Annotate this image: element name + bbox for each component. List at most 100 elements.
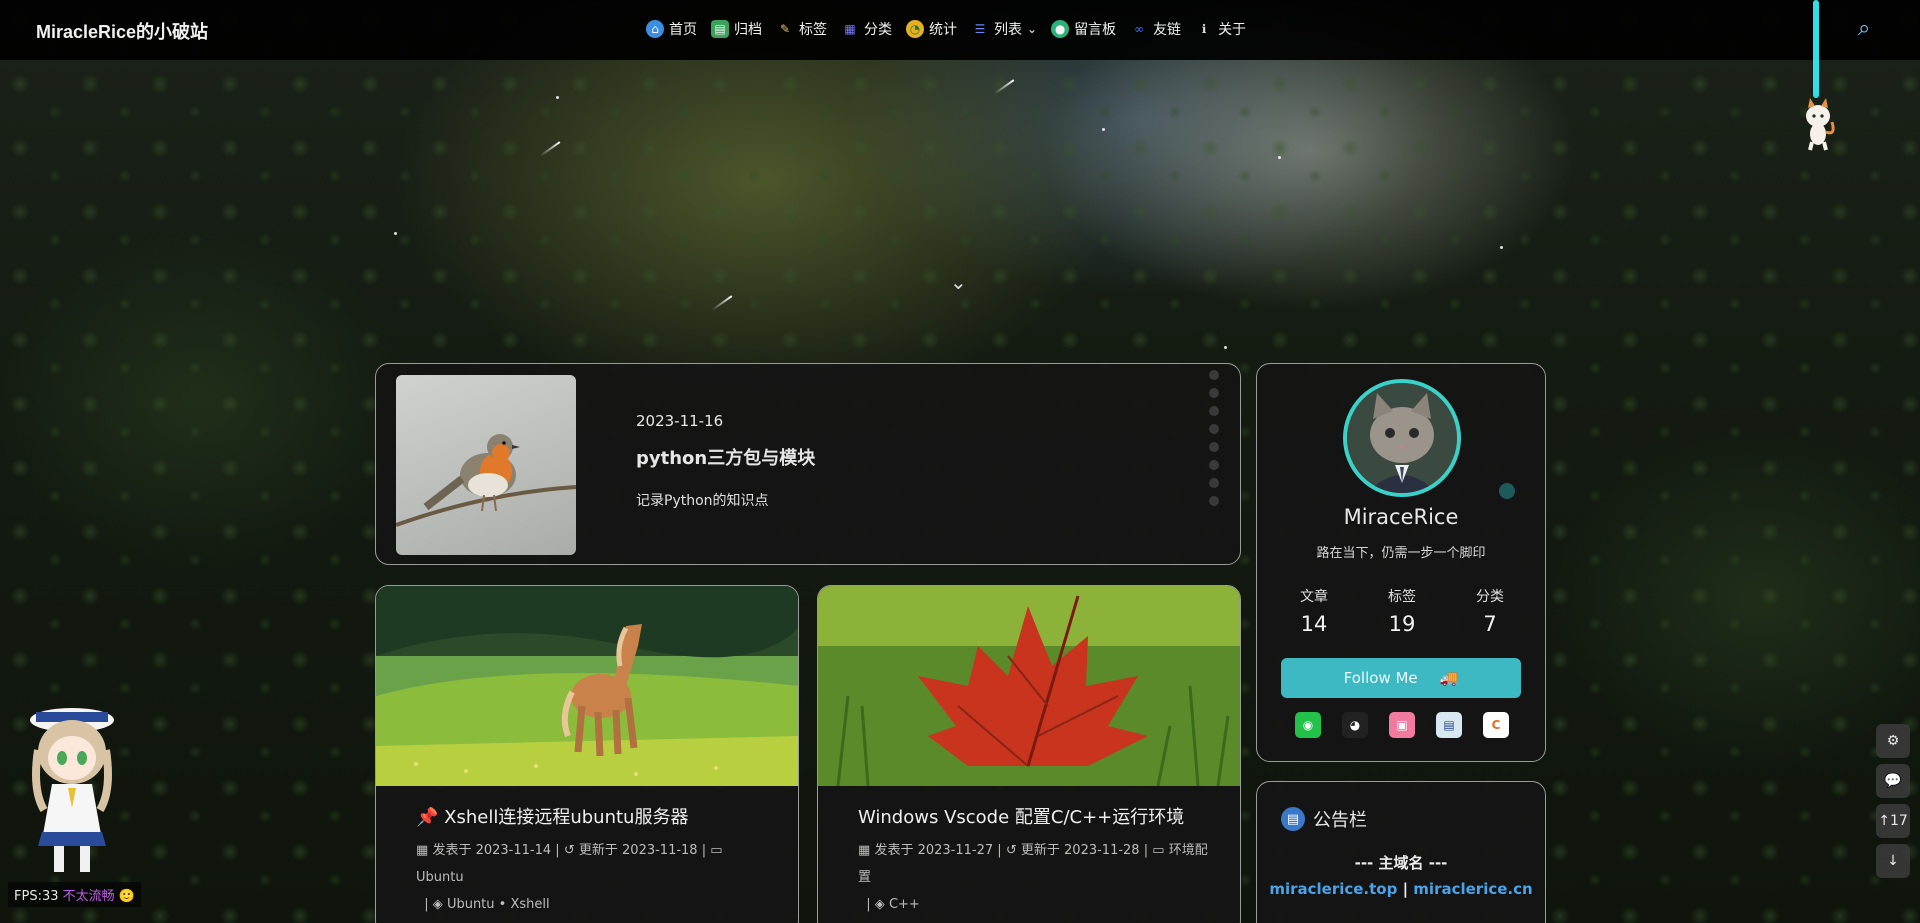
sparkle xyxy=(1102,128,1105,131)
carousel-dot[interactable] xyxy=(1209,478,1219,488)
settings-gear-icon[interactable]: ⚙ xyxy=(1876,724,1910,758)
nav-label: 首页 xyxy=(669,22,697,38)
sparkle xyxy=(1500,246,1503,249)
stat-categories[interactable]: 分类 7 xyxy=(1455,586,1525,636)
nav-label: 关于 xyxy=(1218,22,1247,38)
stat-tags[interactable]: 标签 19 xyxy=(1367,586,1437,636)
falling-star xyxy=(711,295,733,311)
scroll-progress: 17 xyxy=(1889,813,1908,829)
published-label: 发表于 xyxy=(432,843,472,858)
home-icon: ⌂ xyxy=(646,20,664,38)
nav-item-message-board[interactable]: ● 留言板 xyxy=(1051,19,1116,39)
published-date: 2023-11-27 xyxy=(917,843,994,858)
qq-icon[interactable]: ◕ xyxy=(1342,712,1368,738)
sparkle xyxy=(556,96,559,99)
falling-star xyxy=(539,141,561,157)
nav-item-home[interactable]: ⌂ 首页 xyxy=(646,19,697,39)
stat-label: 标签 xyxy=(1388,589,1416,605)
sparkle xyxy=(394,232,397,235)
fps-label: FPS:33 xyxy=(14,889,59,904)
scroll-to-top-line[interactable] xyxy=(1813,0,1819,98)
scroll-down-icon[interactable]: ⌄ xyxy=(950,270,967,294)
nav-item-archive[interactable]: ▤ 归档 xyxy=(711,19,762,39)
author-profile-card: MiraceRice 路在当下，仍需一步一个脚印 文章 14 标签 19 分类 … xyxy=(1256,363,1546,762)
carousel-dot[interactable] xyxy=(1209,496,1219,506)
meta-separator: | xyxy=(997,843,1002,858)
carousel-dot[interactable] xyxy=(1209,388,1219,398)
online-status-dot xyxy=(1499,483,1515,499)
notice-domains: miraclerice.top | miraclerice.cn xyxy=(1257,880,1545,898)
mascot-character[interactable] xyxy=(22,700,132,880)
chevron-down-icon: ⌄ xyxy=(1027,22,1038,36)
main-nav: ⌂ 首页 ▤ 归档 ✎ 标签 ▦ 分类 ◔ 统计 ☰ 列表 ⌄ ● 留言板 ∞ xyxy=(646,19,1246,39)
post-card[interactable]: Windows Vscode 配置C/C++运行环境 ▦ 发表于 2023-11… xyxy=(817,585,1241,923)
nav-label: 分类 xyxy=(864,22,892,38)
nav-label: 标签 xyxy=(799,22,827,38)
featured-post-card[interactable]: 2023-11-16 python三方包与模块 记录Python的知识点 xyxy=(375,363,1241,565)
carousel-dot[interactable] xyxy=(1209,460,1219,470)
hanging-cat-icon[interactable] xyxy=(1800,96,1836,152)
updated-label: 更新于 xyxy=(578,843,618,858)
featured-post-title[interactable]: python三方包与模块 xyxy=(636,444,815,470)
published-date: 2023-11-14 xyxy=(475,843,552,858)
meta-separator: | xyxy=(555,843,560,858)
wechat-icon[interactable]: ◉ xyxy=(1295,712,1321,738)
published-label: 发表于 xyxy=(874,843,914,858)
nav-item-links[interactable]: ∞ 友链 xyxy=(1130,19,1181,39)
list-icon: ☰ xyxy=(974,22,986,36)
post-category[interactable]: Ubuntu xyxy=(416,870,464,885)
history-icon: ↺ xyxy=(563,843,575,858)
bilibili-icon[interactable]: ▣ xyxy=(1389,712,1415,738)
updated-date: 2023-11-18 xyxy=(622,843,698,858)
site-title[interactable]: MiracleRice的小破站 xyxy=(36,18,208,44)
scroll-down-arrow-icon[interactable]: ↓ xyxy=(1876,844,1910,878)
notice-header: ▤ 公告栏 xyxy=(1281,806,1367,832)
up-arrow-icon: ↑ xyxy=(1878,813,1890,829)
sparkle xyxy=(1278,156,1281,159)
featured-post-date: 2023-11-16 xyxy=(636,412,724,430)
notice-title: 公告栏 xyxy=(1313,810,1367,831)
author-name: MiraceRice xyxy=(1343,505,1459,529)
fps-counter: FPS:33 不太流畅 🙂 xyxy=(8,882,141,907)
social-links: ◉ ◕ ▣ ▤ C xyxy=(1295,712,1509,738)
chart-icon: ◔ xyxy=(906,20,924,38)
post-title[interactable]: 📌 Xshell连接远程ubuntu服务器 xyxy=(416,803,688,829)
post-card[interactable]: 📌 Xshell连接远程ubuntu服务器 ▦ 发表于 2023-11-14 |… xyxy=(375,585,799,923)
avatar[interactable] xyxy=(1343,379,1461,497)
link-icon: ∞ xyxy=(1134,22,1145,36)
comment-icon[interactable]: 💬 xyxy=(1876,764,1910,798)
nav-item-tags[interactable]: ✎ 标签 xyxy=(776,19,827,39)
csdn-icon[interactable]: C xyxy=(1483,712,1509,738)
updated-label: 更新于 xyxy=(1020,843,1060,858)
carousel-dot[interactable] xyxy=(1209,424,1219,434)
nav-item-about[interactable]: ℹ 关于 xyxy=(1195,19,1246,39)
tag-icon: ✎ xyxy=(779,22,791,36)
falling-star xyxy=(993,79,1015,95)
stat-value: 14 xyxy=(1300,612,1328,636)
domain-separator: | xyxy=(1402,880,1409,898)
scroll-progress-button[interactable]: ↑ 17 xyxy=(1876,804,1910,838)
nav-item-categories[interactable]: ▦ 分类 xyxy=(841,19,892,39)
history-icon: ↺ xyxy=(1005,843,1017,858)
notice-board-card: ▤ 公告栏 --- 主域名 --- miraclerice.top | mira… xyxy=(1256,781,1546,923)
domain-link[interactable]: miraclerice.cn xyxy=(1413,880,1532,898)
carousel-dot[interactable] xyxy=(1209,442,1219,452)
blog-icon[interactable]: ▤ xyxy=(1436,712,1462,738)
search-icon[interactable]: ⌕ xyxy=(1858,16,1870,41)
post-tags[interactable]: Ubuntu • Xshell xyxy=(447,897,550,912)
stat-value: 7 xyxy=(1483,612,1497,636)
stat-articles[interactable]: 文章 14 xyxy=(1279,586,1349,636)
nav-item-stats[interactable]: ◔ 统计 xyxy=(906,19,957,39)
domain-link[interactable]: miraclerice.top xyxy=(1269,880,1397,898)
nav-item-list[interactable]: ☰ 列表 ⌄ xyxy=(971,19,1037,39)
carousel-dot[interactable] xyxy=(1209,406,1219,416)
tag-icon: ◈ xyxy=(874,897,885,912)
fps-status: 不太流畅 xyxy=(62,889,115,904)
post-tags[interactable]: C++ xyxy=(889,897,920,912)
sparkle xyxy=(1224,346,1227,349)
post-title[interactable]: Windows Vscode 配置C/C++运行环境 xyxy=(858,803,1184,829)
stat-label: 文章 xyxy=(1300,589,1328,605)
site-stats: 文章 14 标签 19 分类 7 xyxy=(1279,586,1525,636)
carousel-dot[interactable] xyxy=(1209,370,1219,380)
follow-me-button[interactable]: Follow Me 🚚 xyxy=(1281,658,1521,698)
